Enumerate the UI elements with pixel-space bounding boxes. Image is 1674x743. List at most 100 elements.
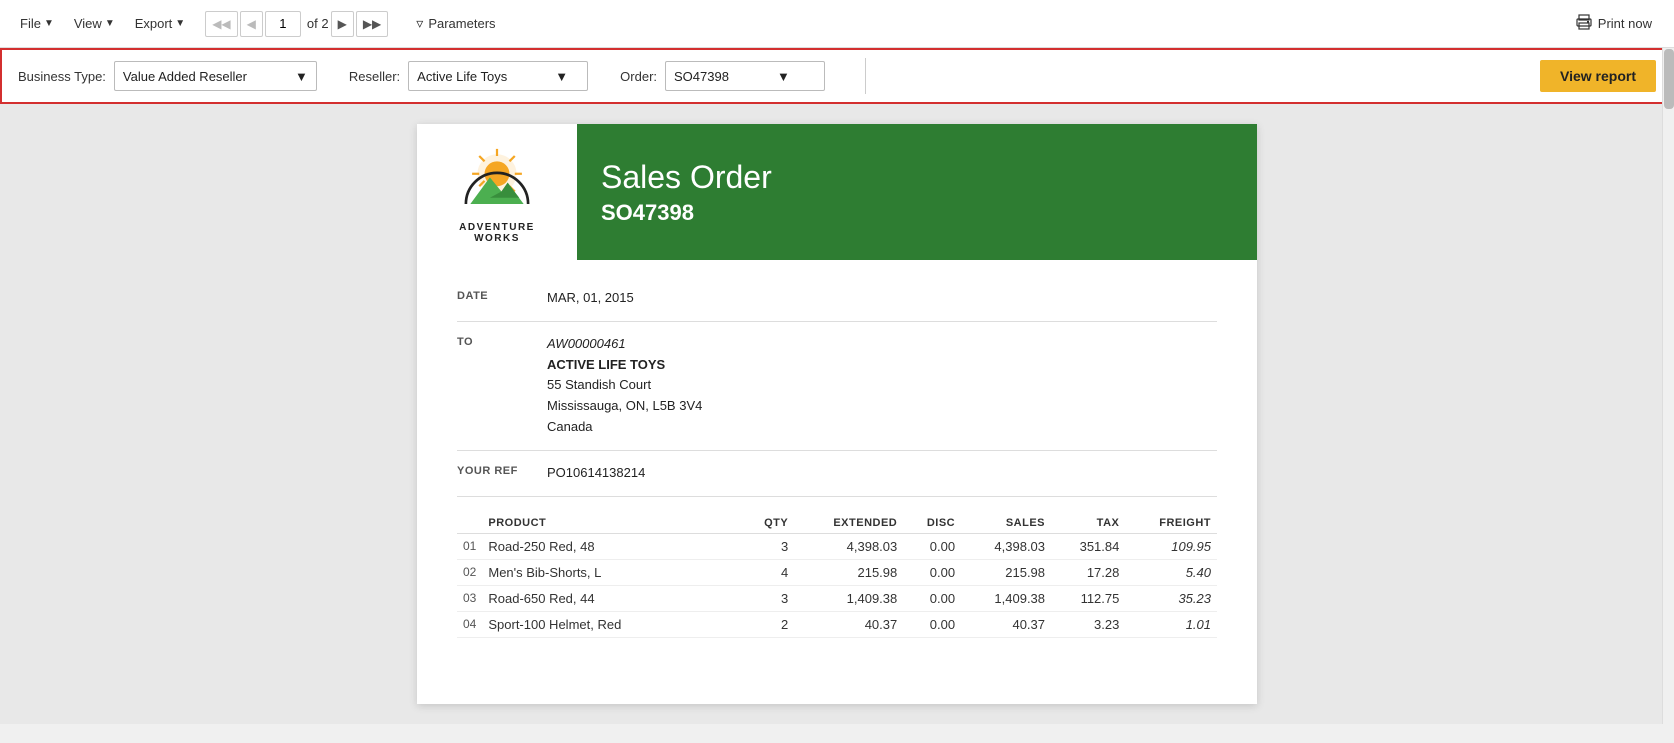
row-sales: 1,409.38 [961, 585, 1051, 611]
table-row: 04 Sport-100 Helmet, Red 2 40.37 0.00 40… [457, 611, 1217, 637]
view-menu-label: View [74, 16, 102, 31]
file-menu[interactable]: File ▼ [12, 12, 62, 35]
business-type-select[interactable]: Value Added Reseller ▼ [114, 61, 317, 91]
page-of-label: of 2 [307, 16, 329, 31]
export-menu-label: Export [135, 16, 173, 31]
row-number: 04 [457, 611, 482, 637]
row-disc: 0.00 [903, 585, 961, 611]
business-type-value: Value Added Reseller [123, 69, 247, 84]
reseller-select[interactable]: Active Life Toys ▼ [408, 61, 588, 91]
header-green-band: Sales Order SO47398 [577, 124, 1257, 260]
order-value: SO47398 [674, 69, 729, 84]
to-label: TO [457, 334, 547, 348]
row-product: Sport-100 Helmet, Red [482, 611, 742, 637]
printer-icon [1576, 14, 1592, 33]
company-name: ADVENTUREWORKS [459, 222, 535, 244]
row-freight: 5.40 [1125, 559, 1217, 585]
th-product: PRODUCT [482, 513, 742, 534]
order-chevron-icon: ▼ [777, 69, 790, 84]
business-type-label: Business Type: [18, 69, 106, 84]
table-header-row: PRODUCT QTY EXTENDED DISC SALES TAX FREI… [457, 513, 1217, 534]
row-freight: 109.95 [1125, 533, 1217, 559]
row-qty: 3 [742, 585, 794, 611]
row-qty: 4 [742, 559, 794, 585]
filter-icon: ▿ [416, 15, 423, 32]
parameters-button[interactable]: ▿ Parameters [408, 11, 503, 36]
row-sales: 40.37 [961, 611, 1051, 637]
row-sales: 4,398.03 [961, 533, 1051, 559]
row-product: Road-250 Red, 48 [482, 533, 742, 559]
row-disc: 0.00 [903, 611, 961, 637]
to-row: TO AW00000461 ACTIVE LIFE TOYS 55 Standi… [457, 322, 1217, 451]
order-select[interactable]: SO47398 ▼ [665, 61, 825, 91]
row-freight: 1.01 [1125, 611, 1217, 637]
next-page-button[interactable]: ▶ [331, 11, 354, 37]
row-number: 02 [457, 559, 482, 585]
row-extended: 40.37 [794, 611, 903, 637]
row-qty: 2 [742, 611, 794, 637]
ref-value: PO10614138214 [547, 463, 645, 484]
last-page-button[interactable]: ▶▶ [356, 11, 388, 37]
table-row: 03 Road-650 Red, 44 3 1,409.38 0.00 1,40… [457, 585, 1217, 611]
page-number-input[interactable]: 1 [265, 11, 301, 37]
row-qty: 3 [742, 533, 794, 559]
business-type-group: Business Type: Value Added Reseller ▼ [18, 61, 317, 91]
ref-label: YOUR REF [457, 463, 547, 477]
row-tax: 351.84 [1051, 533, 1125, 559]
file-chevron-icon: ▼ [44, 18, 54, 29]
vertical-scrollbar[interactable] [1662, 48, 1674, 724]
print-now-button[interactable]: Print now [1566, 10, 1662, 37]
date-value: MAR, 01, 2015 [547, 288, 634, 309]
print-now-label: Print now [1598, 16, 1652, 31]
reseller-label: Reseller: [349, 69, 400, 84]
date-row: DATE MAR, 01, 2015 [457, 276, 1217, 322]
business-type-chevron-icon: ▼ [295, 69, 308, 84]
file-menu-label: File [20, 16, 41, 31]
table-row: 01 Road-250 Red, 48 3 4,398.03 0.00 4,39… [457, 533, 1217, 559]
row-number: 01 [457, 533, 482, 559]
logo-area: ADVENTUREWORKS [417, 124, 577, 260]
row-sales: 215.98 [961, 559, 1051, 585]
report-area: ADVENTUREWORKS Sales Order SO47398 DATE … [0, 104, 1674, 724]
page-navigation: ◀◀ ◀ 1 of 2 ▶ ▶▶ [205, 11, 388, 37]
row-tax: 3.23 [1051, 611, 1125, 637]
report-header: ADVENTUREWORKS Sales Order SO47398 [417, 124, 1257, 260]
params-divider [865, 58, 866, 94]
order-table: PRODUCT QTY EXTENDED DISC SALES TAX FREI… [457, 513, 1217, 638]
report-title: Sales Order [601, 159, 1233, 196]
order-label: Order: [620, 69, 657, 84]
reseller-value: Active Life Toys [417, 69, 507, 84]
report-order-number: SO47398 [601, 200, 1233, 226]
row-extended: 4,398.03 [794, 533, 903, 559]
adventure-works-logo [452, 140, 542, 220]
toolbar: File ▼ View ▼ Export ▼ ◀◀ ◀ 1 of 2 ▶ ▶▶ … [0, 0, 1674, 48]
order-group: Order: SO47398 ▼ [620, 61, 825, 91]
row-extended: 1,409.38 [794, 585, 903, 611]
reseller-chevron-icon: ▼ [555, 69, 568, 84]
parameters-label: Parameters [428, 16, 495, 31]
prev-page-button[interactable]: ◀ [240, 11, 263, 37]
scrollbar-thumb[interactable] [1664, 49, 1674, 109]
date-label: DATE [457, 288, 547, 302]
row-number: 03 [457, 585, 482, 611]
row-disc: 0.00 [903, 533, 961, 559]
first-page-button[interactable]: ◀◀ [205, 11, 237, 37]
reseller-group: Reseller: Active Life Toys ▼ [349, 61, 588, 91]
row-product: Road-650 Red, 44 [482, 585, 742, 611]
view-menu[interactable]: View ▼ [66, 12, 123, 35]
row-tax: 17.28 [1051, 559, 1125, 585]
row-freight: 35.23 [1125, 585, 1217, 611]
th-qty: QTY [742, 513, 794, 534]
export-menu[interactable]: Export ▼ [127, 12, 193, 35]
view-report-button[interactable]: View report [1540, 60, 1656, 92]
th-disc: DISC [903, 513, 961, 534]
th-sales: SALES [961, 513, 1051, 534]
table-row: 02 Men's Bib-Shorts, L 4 215.98 0.00 215… [457, 559, 1217, 585]
row-tax: 112.75 [1051, 585, 1125, 611]
view-chevron-icon: ▼ [105, 18, 115, 29]
th-row-num [457, 513, 482, 534]
ref-row: YOUR REF PO10614138214 [457, 451, 1217, 497]
to-address1: 55 Standish Court [547, 375, 702, 396]
to-address3: Canada [547, 417, 702, 438]
export-chevron-icon: ▼ [175, 18, 185, 29]
